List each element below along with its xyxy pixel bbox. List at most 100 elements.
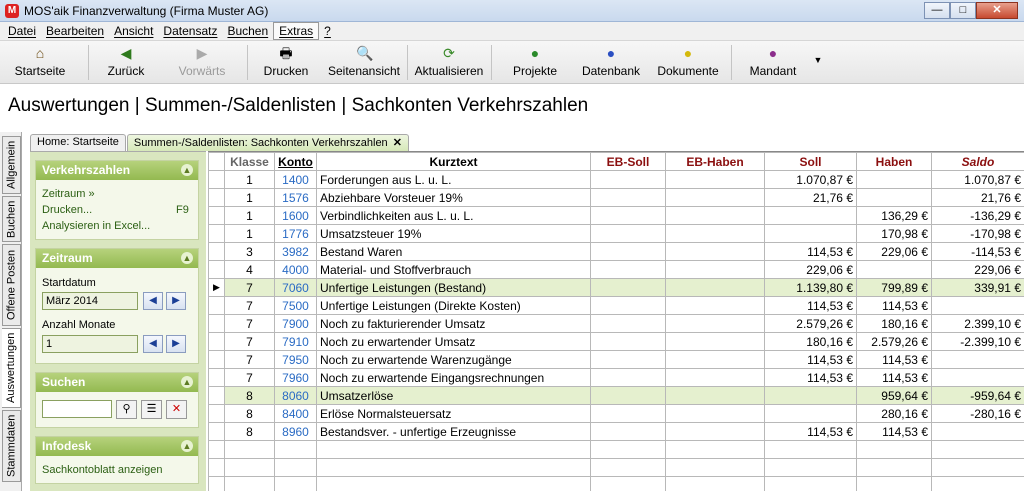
cell-text[interactable]: Material- und Stoffverbrauch [316, 260, 591, 279]
cell-klasse[interactable]: 3 [224, 242, 275, 261]
cell-ebhaben[interactable] [665, 332, 765, 351]
database-button[interactable]: ● Datenbank [580, 45, 642, 78]
cell-text[interactable]: Bestand Waren [316, 242, 591, 261]
cell-ebhaben[interactable] [665, 422, 765, 441]
months-prev-button[interactable]: ◀ [143, 335, 163, 353]
cell-ebsoll[interactable] [590, 296, 666, 315]
cell-soll[interactable] [764, 224, 857, 243]
row-selector[interactable] [208, 368, 225, 387]
cell-ebhaben[interactable] [665, 350, 765, 369]
cell-ebhaben[interactable] [665, 206, 765, 225]
collapse-icon[interactable]: ▲ [181, 440, 193, 452]
table-row[interactable]: 1 1400 Forderungen aus L. u. L. 1.070,87 € 1… [208, 170, 1024, 189]
cell-klasse[interactable]: 1 [224, 170, 275, 189]
suchen-header[interactable]: Suchen ▲ [36, 373, 198, 392]
cell-text[interactable]: Noch zu erwartende Warenzugänge [316, 350, 591, 369]
vtab-allgemein[interactable]: Allgemein [2, 136, 21, 194]
cell-ebsoll[interactable] [590, 332, 666, 351]
verkehrszahlen-header[interactable]: Verkehrszahlen ▲ [36, 161, 198, 180]
cell-konto[interactable]: 3982 [274, 242, 317, 261]
start-next-button[interactable]: ▶ [166, 292, 186, 310]
cell-ebsoll[interactable] [590, 206, 666, 225]
col-konto[interactable]: Konto [274, 152, 317, 171]
cell-text[interactable]: Forderungen aus L. u. L. [316, 170, 591, 189]
table-row[interactable]: 1 1600 Verbindlichkeiten aus L. u. L. 136,2… [208, 206, 1024, 225]
menu-extras[interactable]: Extras [273, 22, 320, 40]
cell-ebhaben[interactable] [665, 260, 765, 279]
table-row[interactable]: ▶ 7 7060 Unfertige Leistungen (Bestand) 1.13… [208, 278, 1024, 297]
cell-konto[interactable]: 7060 [274, 278, 317, 297]
cell-soll[interactable]: 1.139,80 € [764, 278, 857, 297]
col-eb-haben[interactable]: EB-Haben [665, 152, 765, 171]
projects-button[interactable]: ● Projekte [510, 45, 560, 78]
cell-ebsoll[interactable] [590, 188, 666, 207]
cell-klasse[interactable]: 1 [224, 206, 275, 225]
cell-konto[interactable]: 7950 [274, 350, 317, 369]
excel-link[interactable]: Analysieren in Excel... [42, 220, 150, 232]
anzahl-monate-field[interactable]: 1 [42, 335, 138, 353]
vtab-auswertungen[interactable]: Auswertungen [2, 328, 21, 408]
tab-current[interactable]: Summen-/Saldenlisten: Sachkonten Verkehr… [126, 134, 409, 151]
cell-konto[interactable]: 7960 [274, 368, 317, 387]
table-row[interactable]: 1 1776 Umsatzsteuer 19% 170,98 € -170,98 € [208, 224, 1024, 243]
row-selector[interactable] [208, 422, 225, 441]
cell-soll[interactable]: 114,53 € [764, 242, 857, 261]
cell-ebhaben[interactable] [665, 278, 765, 297]
cell-saldo[interactable]: 339,91 € [931, 278, 1024, 297]
cell-klasse[interactable]: 7 [224, 350, 275, 369]
months-next-button[interactable]: ▶ [166, 335, 186, 353]
menu-buchen[interactable]: Buchen [222, 23, 273, 39]
tab-home[interactable]: Home: Startseite [30, 134, 126, 151]
vtab-buchen[interactable]: Buchen [2, 196, 21, 242]
table-row[interactable]: 1 1576 Abziehbare Vorsteuer 19% 21,76 € 21,7… [208, 188, 1024, 207]
collapse-icon[interactable]: ▲ [181, 376, 193, 388]
cell-haben[interactable]: 170,98 € [856, 224, 932, 243]
cell-saldo[interactable] [931, 296, 1024, 315]
page-preview-button[interactable]: 🔍 Seitenansicht [326, 45, 402, 78]
cell-konto[interactable]: 1600 [274, 206, 317, 225]
cell-text[interactable]: Abziehbare Vorsteuer 19% [316, 188, 591, 207]
close-window-button[interactable]: ✕ [976, 2, 1018, 19]
cell-soll[interactable]: 114,53 € [764, 350, 857, 369]
cell-soll[interactable] [764, 206, 857, 225]
cell-text[interactable]: Bestandsver. - unfertige Erzeugnisse [316, 422, 591, 441]
table-row[interactable]: 7 7950 Noch zu erwartende Warenzugänge 114,… [208, 350, 1024, 369]
cell-haben[interactable]: 114,53 € [856, 422, 932, 441]
table-row[interactable]: 7 7500 Unfertige Leistungen (Direkte Koste… [208, 296, 1024, 315]
table-row[interactable]: 8 8400 Erlöse Normalsteuersatz 280,16 € -280… [208, 404, 1024, 423]
maximize-button[interactable]: □ [950, 2, 976, 19]
row-selector[interactable] [208, 224, 225, 243]
drucken-link[interactable]: Drucken... [42, 204, 92, 216]
cell-soll[interactable]: 2.579,26 € [764, 314, 857, 333]
zeitraum-link[interactable]: Zeitraum » [42, 188, 95, 200]
print-button[interactable]: 🖶 Drucken [262, 45, 310, 78]
cell-klasse[interactable]: 8 [224, 386, 275, 405]
infodesk-header[interactable]: Infodesk ▲ [36, 437, 198, 456]
cell-konto[interactable]: 1776 [274, 224, 317, 243]
filter-search-icon[interactable]: ⚲ [116, 400, 137, 419]
cell-klasse[interactable]: 7 [224, 314, 275, 333]
cell-saldo[interactable]: -136,29 € [931, 206, 1024, 225]
cell-haben[interactable]: 280,16 € [856, 404, 932, 423]
row-selector[interactable] [208, 206, 225, 225]
cell-saldo[interactable]: -114,53 € [931, 242, 1024, 261]
cell-text[interactable]: Unfertige Leistungen (Bestand) [316, 278, 591, 297]
table-row[interactable]: 7 7910 Noch zu erwartender Umsatz 180,16 €2… [208, 332, 1024, 351]
cell-haben[interactable]: 229,06 € [856, 242, 932, 261]
menu-datei[interactable]: Datei [3, 23, 41, 39]
col-haben[interactable]: Haben [856, 152, 932, 171]
cell-ebsoll[interactable] [590, 170, 666, 189]
cell-klasse[interactable]: 4 [224, 260, 275, 279]
cell-haben[interactable]: 114,53 € [856, 296, 932, 315]
cell-ebhaben[interactable] [665, 188, 765, 207]
table-row[interactable]: 8 8960 Bestandsver. - unfertige Erzeugniss… [208, 422, 1024, 441]
col-eb-soll[interactable]: EB-Soll [590, 152, 666, 171]
cell-soll[interactable]: 180,16 € [764, 332, 857, 351]
cell-soll[interactable]: 114,53 € [764, 296, 857, 315]
row-selector[interactable] [208, 332, 225, 351]
menu-ansicht[interactable]: Ansicht [109, 23, 158, 39]
cell-text[interactable]: Noch zu erwartende Eingangsrechnungen [316, 368, 591, 387]
cell-klasse[interactable]: 7 [224, 278, 275, 297]
cell-saldo[interactable]: 1.070,87 € [931, 170, 1024, 189]
col-kurztext[interactable]: Kurztext [316, 152, 591, 171]
